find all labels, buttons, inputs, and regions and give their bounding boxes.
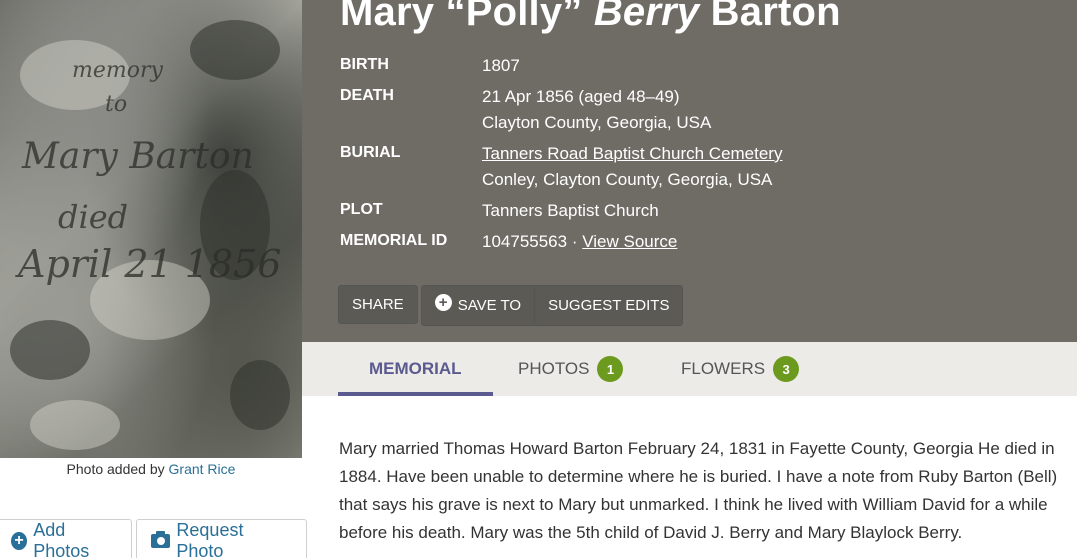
save-edit-group: + SAVE TO SUGGEST EDITS [420, 285, 684, 326]
tab-memorial[interactable]: MEMORIAL [338, 342, 493, 396]
name-last: Barton [710, 0, 841, 34]
tab-photos[interactable]: PHOTOS 1 [518, 342, 624, 396]
tab-flowers-label: FLOWERS [681, 359, 766, 378]
engraving-line: died [58, 198, 129, 236]
name-maiden: Berry [593, 0, 700, 34]
engraving-line: memory [72, 58, 163, 83]
memorial-actions: SHARE + SAVE TO SUGGEST EDITS [338, 285, 684, 326]
name-first: Mary “Polly” [340, 0, 583, 34]
add-photos-label: Add Photos [33, 520, 90, 558]
birth-value: 1807 [482, 56, 520, 75]
suggest-edits-button[interactable]: SUGGEST EDITS [534, 286, 683, 325]
memorial-header: Mary “Polly” Berry Barton BIRTH 1807 DEA… [302, 0, 1077, 342]
photo-column: memory to Mary Barton died April 21 1856… [0, 0, 307, 558]
photo-credit-link[interactable]: Grant Rice [169, 461, 236, 477]
view-source-link[interactable]: View Source [582, 232, 677, 251]
photos-count-badge: 1 [597, 356, 624, 382]
memorial-id-label: MEMORIAL ID [340, 232, 448, 249]
memorial-id-number: 104755563 · [482, 232, 578, 251]
engraving-line: to [105, 92, 128, 117]
death-label: DEATH [340, 87, 394, 104]
add-photos-button[interactable]: + Add Photos [0, 519, 132, 558]
memorial-name: Mary “Polly” Berry Barton [340, 0, 841, 35]
request-photo-button[interactable]: Request Photo [136, 519, 307, 558]
plot-label: PLOT [340, 201, 383, 218]
birth-label: BIRTH [340, 56, 389, 73]
tab-photos-label: PHOTOS [518, 359, 590, 378]
photo-credit-prefix: Photo added by [66, 461, 165, 477]
engraving-line: Mary Barton [22, 136, 254, 177]
plus-circle-icon: + [11, 532, 28, 550]
plus-circle-icon: + [434, 294, 452, 311]
engraving-line: April 21 1856 [18, 242, 282, 286]
tab-flowers[interactable]: FLOWERS 3 [681, 342, 800, 396]
death-place: Clayton County, Georgia, USA [482, 113, 712, 132]
memorial-bio: Mary married Thomas Howard Barton Februa… [339, 439, 1058, 542]
burial-place: Conley, Clayton County, Georgia, USA [482, 170, 773, 189]
memorial-tabs: MEMORIAL PHOTOS 1 FLOWERS 3 [302, 342, 1077, 396]
photo-credit: Photo added by Grant Rice [0, 461, 302, 477]
burial-label: BURIAL [340, 144, 401, 161]
flowers-count-badge: 3 [773, 356, 800, 382]
cemetery-link[interactable]: Tanners Road Baptist Church Cemetery [482, 144, 782, 163]
save-to-label: SAVE TO [457, 297, 522, 314]
burial-value: Tanners Road Baptist Church Cemetery Con… [482, 141, 782, 193]
headstone-photo[interactable]: memory to Mary Barton died April 21 1856 [0, 0, 302, 458]
camera-icon [151, 531, 171, 548]
tab-memorial-label: MEMORIAL [369, 359, 462, 378]
save-to-button[interactable]: + SAVE TO [421, 286, 535, 325]
death-value: 21 Apr 1856 (aged 48–49) Clayton County,… [482, 84, 711, 136]
share-button[interactable]: SHARE [338, 285, 418, 324]
plot-value: Tanners Baptist Church [482, 201, 659, 220]
memorial-id-value: 104755563 · View Source [482, 229, 677, 255]
death-date: 21 Apr 1856 (aged 48–49) [482, 87, 680, 106]
request-photo-label: Request Photo [176, 520, 244, 558]
